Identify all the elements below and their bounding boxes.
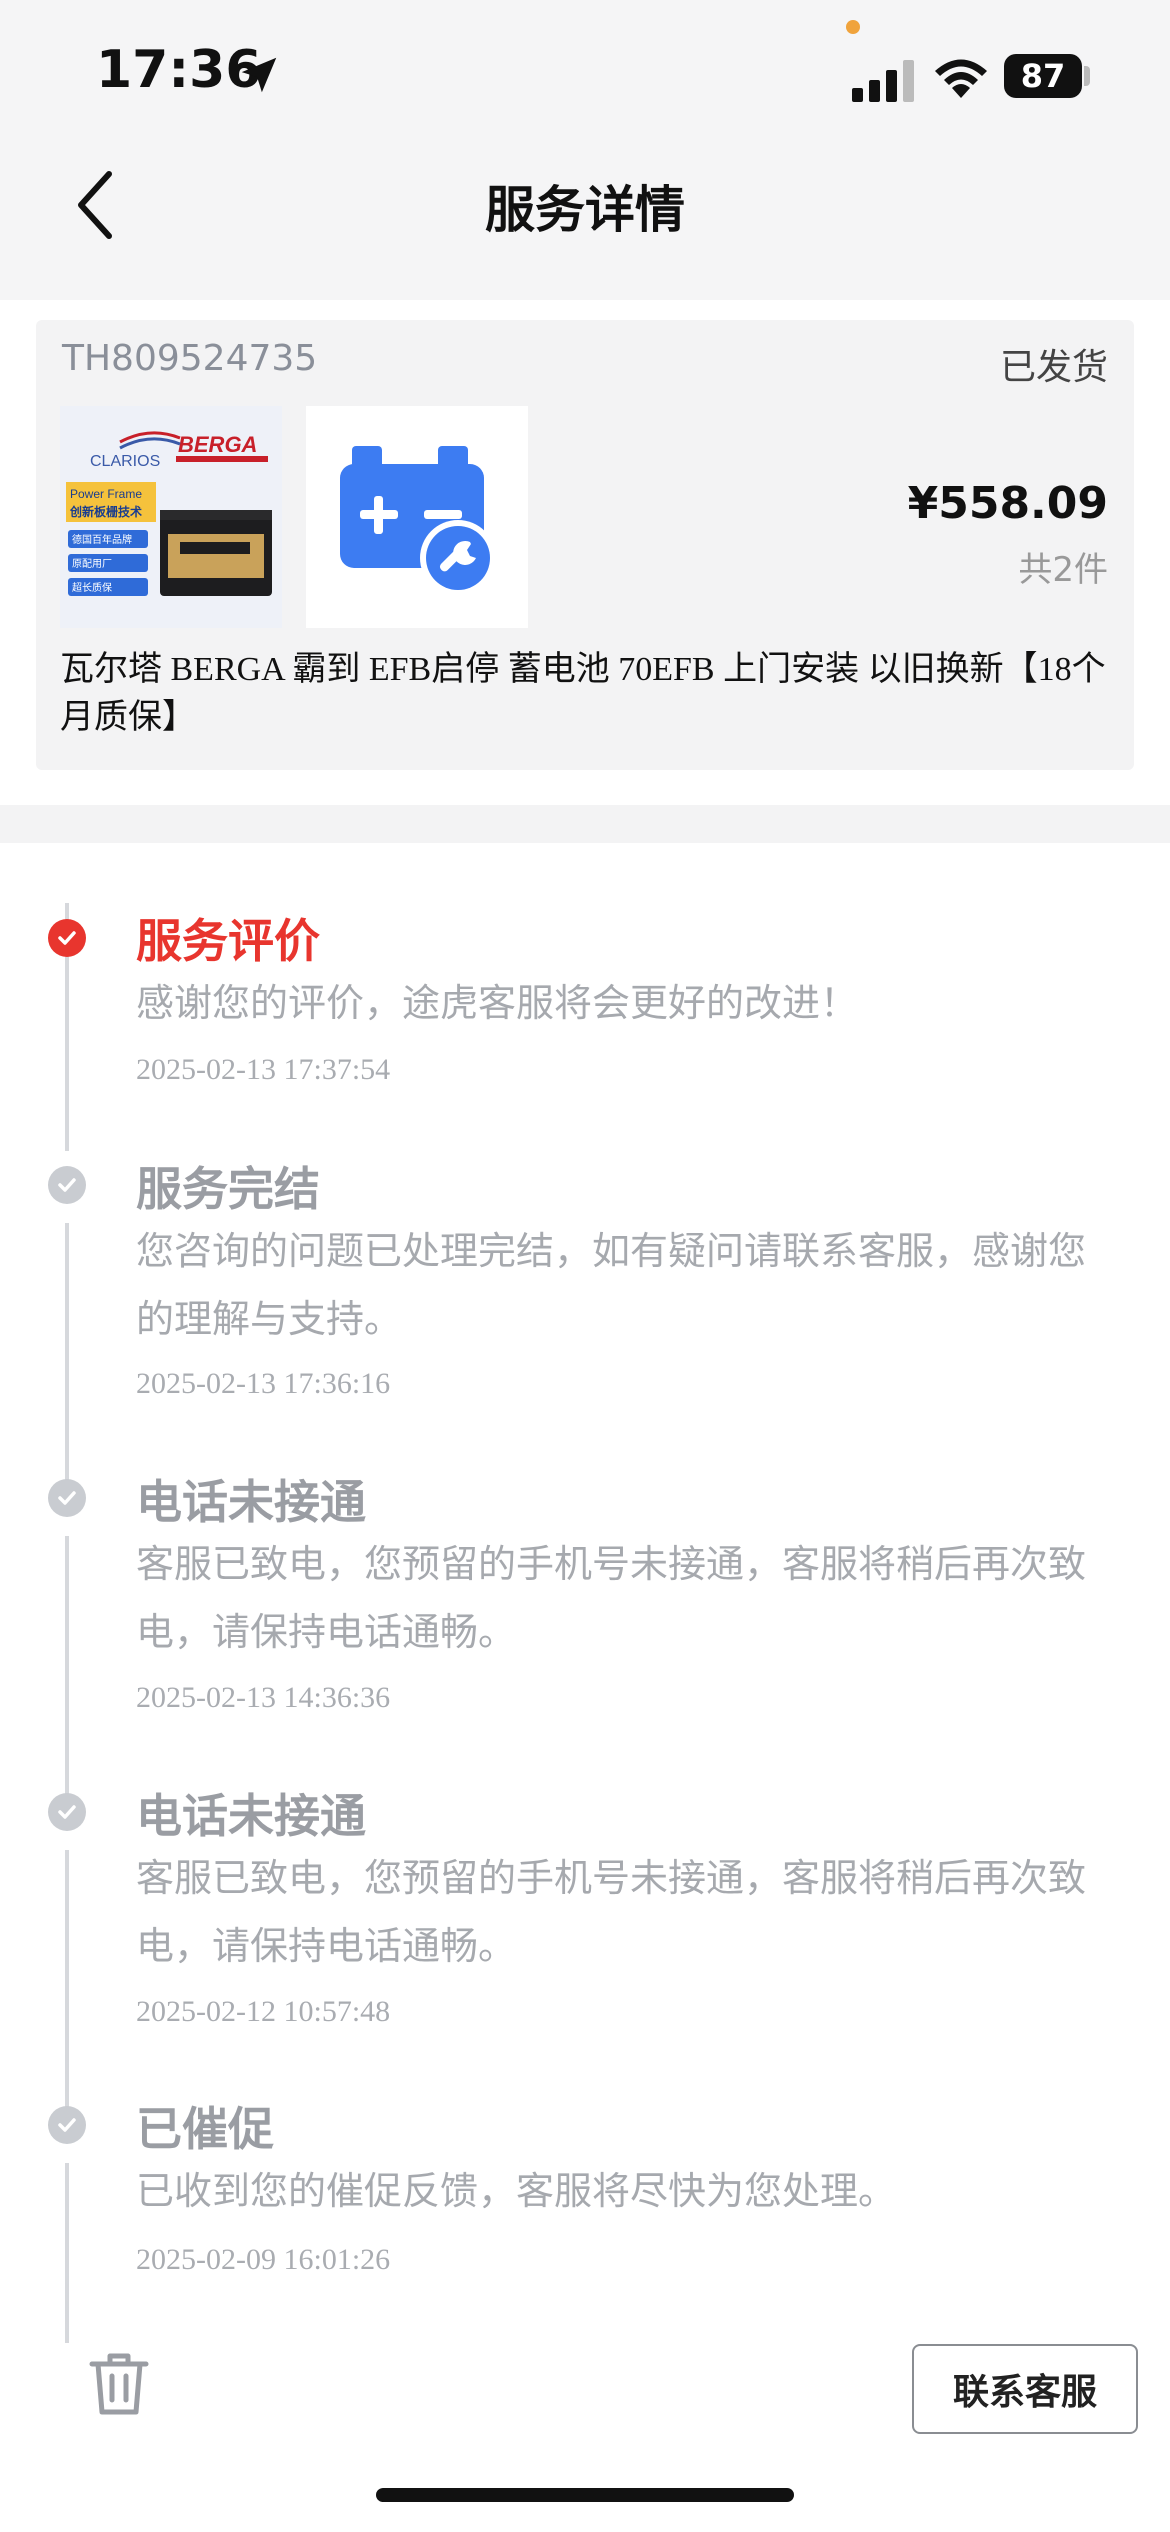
timeline-item-title: 已催促	[136, 2102, 274, 2156]
thumb-badge-1: 德国百年品牌	[72, 533, 132, 546]
product-title: 瓦尔塔 BERGA 霸到 EFB启停 蓄电池 70EFB 上门安装 以旧换新【1…	[60, 651, 1106, 736]
service-timeline: 服务评价 感谢您的评价，途虎客服将会更好的改进！ 2025-02-13 17:3…	[0, 843, 1170, 2343]
thumb-badge-2: 原配用厂	[72, 558, 112, 570]
timeline-connector	[65, 1223, 69, 1483]
section-divider	[0, 805, 1170, 843]
timeline-item-desc: 已收到您的催促反馈，客服将尽快为您处理。	[136, 2169, 897, 2213]
timeline-item-time: 2025-02-13 17:36:16	[136, 1367, 391, 1400]
brand-clarios: CLARIOS	[90, 453, 160, 470]
brand-berga: BERGA	[178, 432, 257, 457]
battery-level: 87	[1020, 57, 1066, 95]
privacy-indicator-dot	[846, 20, 860, 34]
check-circle-icon	[48, 2106, 86, 2144]
battery-indicator: 87	[1004, 54, 1082, 98]
timeline-item-time: 2025-02-13 17:37:54	[136, 1053, 391, 1086]
page-title: 服务详情	[485, 181, 685, 239]
check-circle-icon	[48, 1166, 86, 1204]
contact-service-button[interactable]: 联系客服	[912, 2344, 1138, 2434]
timeline-item-desc: 客服已致电，您预留的手机号未接通，客服将稍后再次致电，请保持电话通畅。	[136, 1856, 1087, 1968]
thumb-badge-3: 超长质保	[72, 581, 112, 594]
timeline-item-desc: 客服已致电，您预留的手机号未接通，客服将稍后再次致电，请保持电话通畅。	[136, 1542, 1087, 1654]
timeline-item-title: 服务评价	[136, 914, 320, 968]
battery-service-icon	[306, 406, 528, 628]
battery-product-image: CLARIOS BERGA Power Frame 创新板栅技术 德国百年品牌 …	[60, 406, 282, 628]
timeline-connector	[65, 2163, 69, 2343]
order-status: 已发货	[999, 347, 1108, 388]
location-arrow-icon	[241, 57, 277, 93]
trash-icon[interactable]	[88, 2350, 150, 2418]
timeline-item-desc: 感谢您的评价，途虎客服将会更好的改进！	[136, 981, 859, 1025]
timeline-item-time: 2025-02-12 10:57:48	[136, 1995, 391, 2028]
home-indicator[interactable]	[376, 2488, 794, 2502]
order-card-section: TH809524735 已发货 CLARIOS BERGA Power Fram…	[0, 300, 1170, 805]
order-price: ¥558.09	[907, 478, 1108, 529]
timeline-item-title: 电话未接通	[136, 1789, 366, 1843]
timeline-item-title: 服务完结	[136, 1162, 320, 1216]
battery-nub	[1084, 66, 1090, 86]
timeline-connector	[65, 1850, 69, 2112]
timeline-item-title: 电话未接通	[136, 1475, 366, 1529]
check-circle-icon	[48, 1479, 86, 1517]
product-image-install-service[interactable]	[306, 406, 528, 628]
order-number: TH809524735	[62, 338, 318, 379]
check-circle-icon	[48, 1793, 86, 1831]
timeline-connector	[65, 1536, 69, 1798]
wifi-icon	[935, 59, 987, 98]
order-quantity: 共2件	[1018, 550, 1108, 590]
product-image-battery[interactable]: CLARIOS BERGA Power Frame 创新板栅技术 德国百年品牌 …	[60, 406, 282, 628]
timeline-item-time: 2025-02-09 16:01:26	[136, 2243, 391, 2276]
timeline-item-time: 2025-02-13 14:36:36	[136, 1681, 391, 1714]
thumb-tag-line1: Power Frame	[70, 487, 142, 501]
order-card[interactable]: TH809524735 已发货 CLARIOS BERGA Power Fram…	[36, 320, 1134, 770]
timeline-item-desc: 您咨询的问题已处理完结，如有疑问请联系客服，感谢您的理解与支持。	[136, 1229, 1087, 1341]
thumb-tag-line2: 创新板栅技术	[69, 504, 142, 519]
cellular-signal-icon	[852, 60, 914, 102]
check-circle-icon	[48, 919, 86, 957]
